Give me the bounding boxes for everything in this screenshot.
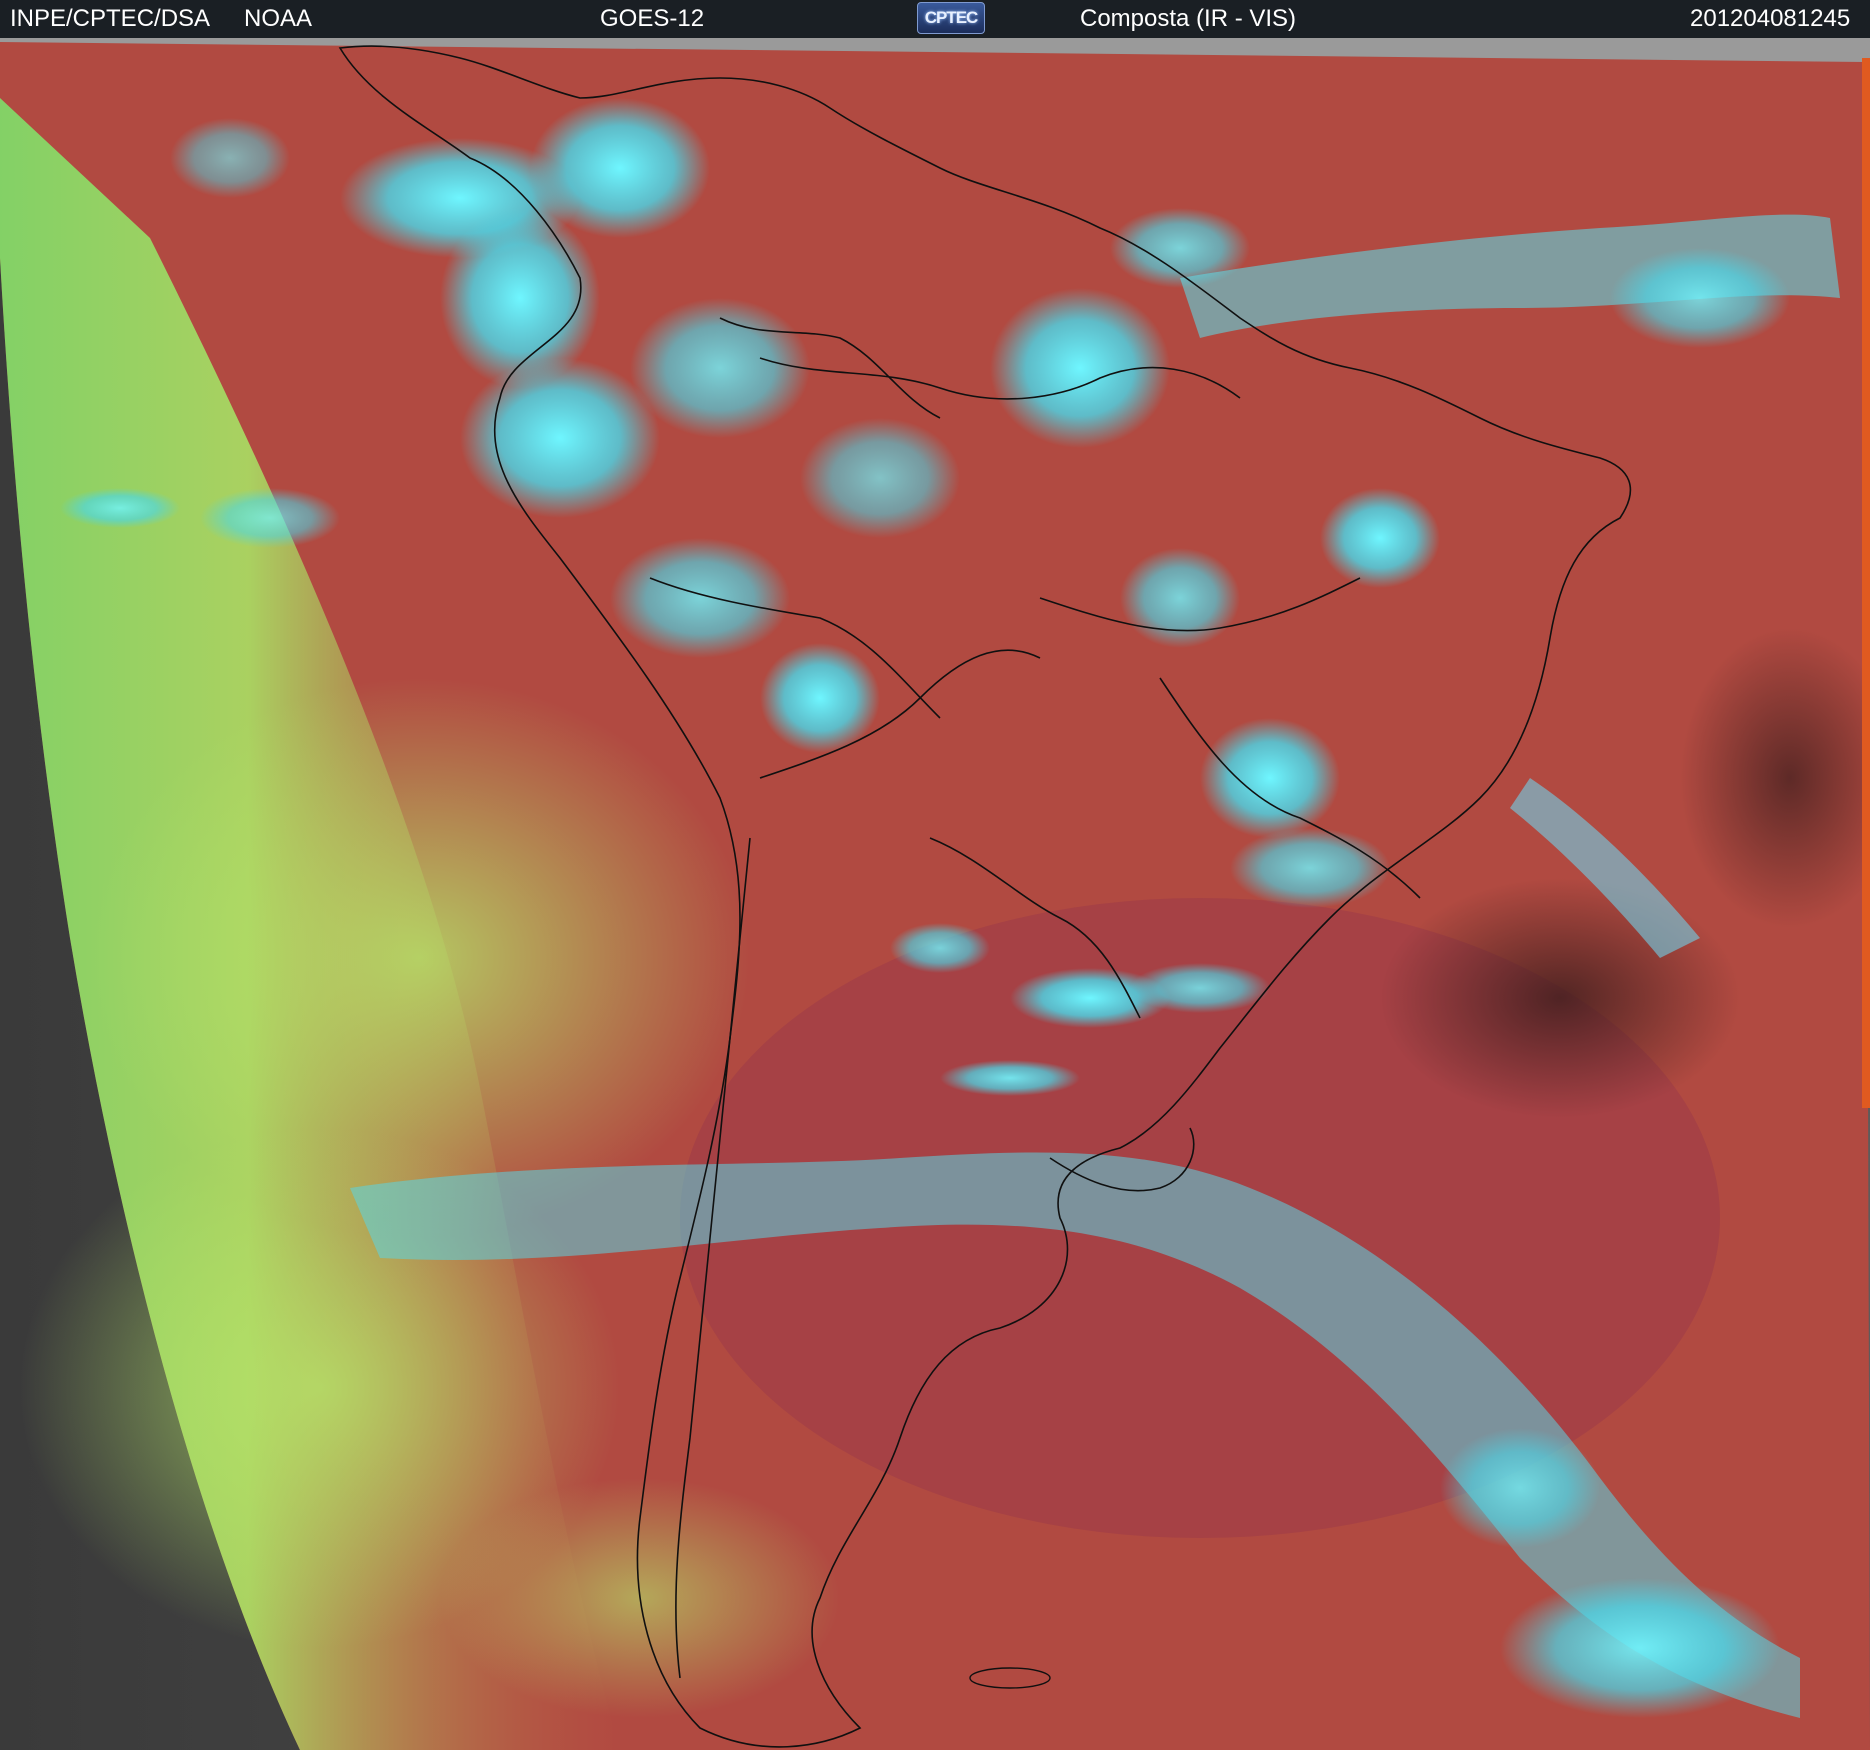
satellite-image (0, 38, 1870, 1750)
product-label: Composta (IR - VIS) (1080, 5, 1297, 32)
itcz-cluster (1610, 248, 1790, 348)
cyclone-arm (1440, 1428, 1600, 1548)
cptec-logo: CPTEC (917, 2, 985, 34)
timestamp-label: 201204081245 (1690, 5, 1851, 32)
agency-label: INPE/CPTEC/DSA (10, 5, 211, 32)
source-label: NOAA (244, 5, 313, 32)
east-limb-edge (1862, 58, 1870, 1108)
southern-cyclone-core (1500, 1578, 1780, 1718)
satellite-label: GOES-12 (600, 5, 705, 32)
satellite-map-svg (0, 38, 1870, 1750)
east-atlantic-dark-patch (1380, 878, 1740, 1118)
header-bar: INPE/CPTEC/DSA NOAA GOES-12 CPTEC Compos… (0, 0, 1870, 38)
logo-text: CPTEC (924, 8, 979, 27)
